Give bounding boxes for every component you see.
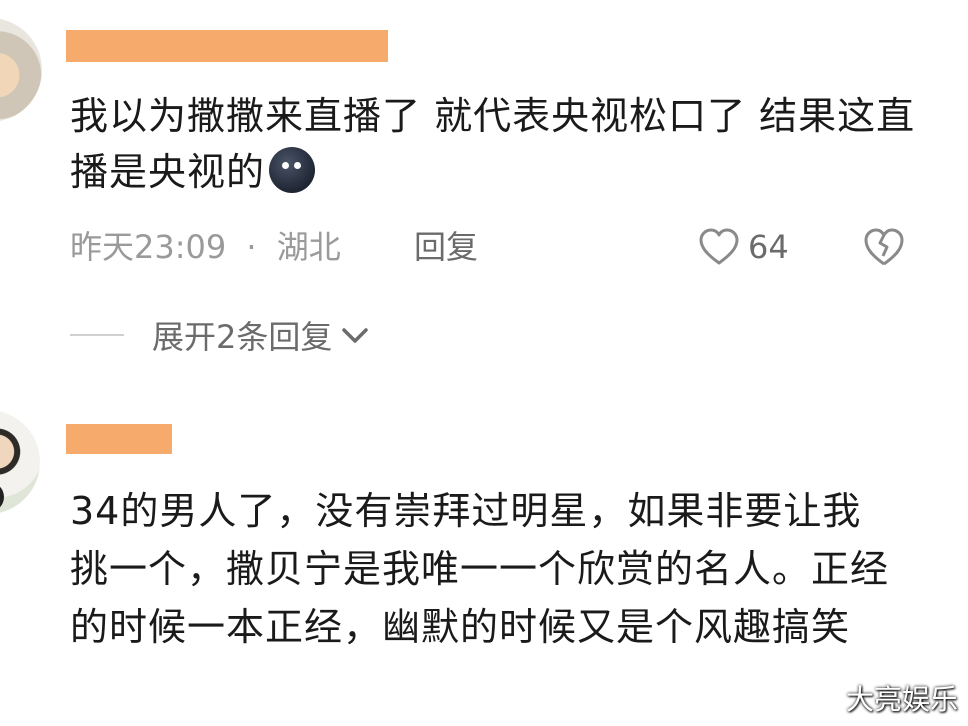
- badge-icon: ✪: [0, 482, 4, 512]
- new-moon-face-emoji-icon: [269, 147, 316, 193]
- comment-text: 我以为撒撒来直播了 就代表央视松口了 结果这直播是央视的: [70, 88, 930, 200]
- user-avatar[interactable]: [0, 18, 42, 122]
- expand-replies[interactable]: 展开2条回复: [70, 312, 372, 358]
- meta-separator: ·: [246, 228, 257, 266]
- watermark: 大亮娱乐: [845, 683, 958, 716]
- user-avatar[interactable]: ✪: [0, 410, 40, 514]
- comment-location: 湖北: [276, 228, 341, 266]
- comment-time: 昨天23:09: [70, 228, 227, 266]
- chevron-down-icon: [342, 328, 369, 343]
- username-redacted[interactable]: [66, 30, 388, 62]
- comment-text: 34的男人了，没有崇拜过明星，如果非要让我挑一个，撒贝宁是我唯一一个欣赏的名人。…: [70, 489, 890, 649]
- like-button[interactable]: 64: [698, 222, 789, 272]
- comment-meta: 昨天23:09 · 湖北: [70, 222, 341, 268]
- expand-replies-label: 展开2条回复: [152, 318, 333, 356]
- comment-body: 我以为撒撒来直播了 就代表央视松口了 结果这直播是央视的: [70, 94, 916, 194]
- broken-heart-icon: [864, 228, 904, 266]
- heart-icon: [699, 228, 739, 265]
- divider-line: [70, 334, 124, 336]
- dislike-button[interactable]: [862, 226, 906, 272]
- username-redacted[interactable]: [66, 424, 172, 454]
- like-count: 64: [748, 228, 789, 266]
- reply-button[interactable]: 回复: [414, 222, 478, 268]
